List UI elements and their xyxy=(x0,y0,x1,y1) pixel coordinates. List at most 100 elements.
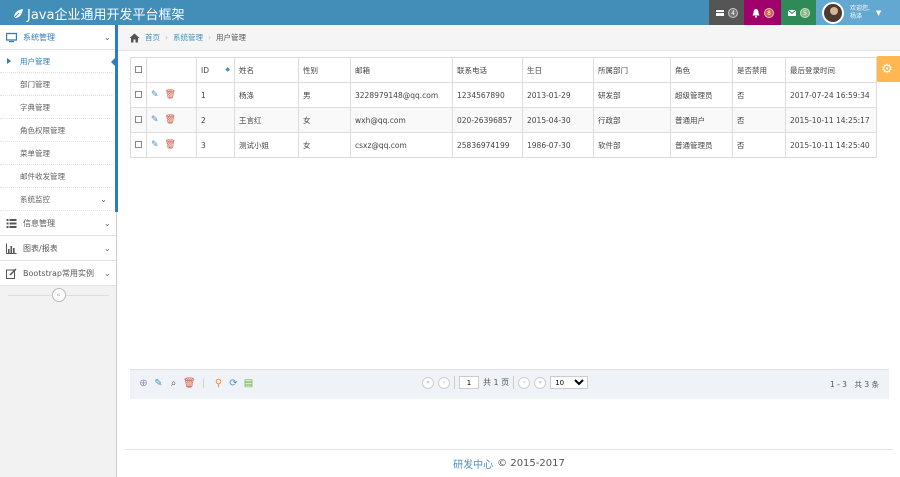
footer-copyright: © 2015-2017 xyxy=(497,458,565,469)
tasks-icon xyxy=(716,9,724,16)
add-icon[interactable]: ⊕ xyxy=(138,378,149,389)
cell-birthday: 2013-01-29 xyxy=(522,82,594,108)
pager-navigation: « ‹ 共 1 页 › » 10 xyxy=(422,376,589,389)
grid-pager: ⊕ ✎ ⌕ 🗑 | ⚲ ⟳ ▤ « ‹ 共 1 页 › » 10 1 - 3 共… xyxy=(130,369,889,399)
cell-department: 行政部 xyxy=(593,107,671,133)
row-checkbox[interactable] xyxy=(135,90,142,98)
row-select-cell xyxy=(130,132,147,158)
caret-down-icon: ▼ xyxy=(875,8,882,17)
tasks-button[interactable]: 4 xyxy=(709,0,744,25)
sidebar-menu-info[interactable]: 信息管理 ⌄ xyxy=(0,211,116,236)
trash-icon[interactable]: 🗑 xyxy=(165,140,176,150)
prev-page-button[interactable]: ‹ xyxy=(438,376,450,389)
sidebar-item-departments[interactable]: 部门管理 xyxy=(0,73,116,96)
page-number-input[interactable] xyxy=(459,376,479,389)
pencil-icon[interactable]: ✎ xyxy=(153,378,164,389)
column-header-disabled[interactable]: 是否禁用 xyxy=(732,57,786,83)
sidebar-menu-charts[interactable]: 图表/报表 ⌄ xyxy=(0,236,116,261)
sidebar-menu-label: 图表/报表 xyxy=(23,243,58,253)
breadcrumb-section[interactable]: 系统管理 xyxy=(173,32,203,43)
sidebar-item-dictionary[interactable]: 字典管理 xyxy=(0,96,116,119)
pencil-icon[interactable]: ✎ xyxy=(151,90,159,100)
settings-gear-button[interactable]: ⚙ xyxy=(874,56,900,82)
bar-chart-icon xyxy=(6,243,17,254)
pencil-icon[interactable]: ✎ xyxy=(151,140,159,150)
search-icon[interactable]: ⚲ xyxy=(213,378,224,389)
excel-export-icon[interactable]: ▤ xyxy=(243,378,254,389)
home-icon xyxy=(129,33,140,42)
cell-id: 3 xyxy=(196,132,235,158)
sidebar-item-users[interactable]: 用户管理 xyxy=(0,50,117,73)
page-size-select[interactable]: 10 xyxy=(550,376,589,389)
footer: 研发中心 © 2015-2017 xyxy=(125,449,893,477)
footer-org: 研发中心 xyxy=(453,460,494,471)
pencil-icon[interactable]: ✎ xyxy=(151,115,159,125)
bell-icon xyxy=(752,8,760,18)
column-header-id[interactable]: ID ◆ xyxy=(196,57,235,83)
cell-email: wxh@qq.com xyxy=(350,107,453,133)
column-header-birthday[interactable]: 生日 xyxy=(522,57,594,83)
username: 杨涤 xyxy=(850,12,863,20)
notifications-button[interactable]: 8 xyxy=(744,0,781,25)
chevron-down-icon: ⌄ xyxy=(104,243,111,253)
sidebar-item-monitor[interactable]: 系统监控 ⌄ xyxy=(0,188,116,211)
refresh-icon[interactable]: ⟳ xyxy=(228,378,239,389)
select-all-header xyxy=(130,57,147,83)
sidebar-menu-label: Bootstrap常用实例 xyxy=(23,268,94,278)
chevron-down-icon: ⌄ xyxy=(100,195,107,204)
actions-header xyxy=(146,57,197,83)
row-select-cell xyxy=(130,82,147,108)
cell-gender: 女 xyxy=(298,107,351,133)
gear-icon: ⚙ xyxy=(881,61,893,77)
sort-icon[interactable]: ◆ xyxy=(225,66,230,73)
column-header-name[interactable]: 姓名 xyxy=(234,57,299,83)
column-header-last-login[interactable]: 最后登录时间 xyxy=(785,57,877,83)
trash-icon[interactable]: 🗑 xyxy=(165,90,176,100)
row-checkbox[interactable] xyxy=(135,115,142,123)
select-all-checkbox[interactable] xyxy=(135,65,142,73)
breadcrumb-home[interactable]: 首页 xyxy=(145,32,160,43)
sidebar-item-roles[interactable]: 角色权限管理 xyxy=(0,119,116,142)
sidebar-menu-bootstrap[interactable]: Bootstrap常用实例 ⌄ xyxy=(0,261,116,286)
column-header-label: ID xyxy=(201,65,209,75)
cell-department: 软件部 xyxy=(593,132,671,158)
monitor-icon xyxy=(6,32,17,42)
first-page-button[interactable]: « xyxy=(422,376,434,389)
list-icon xyxy=(6,218,17,228)
sidebar-menu-system[interactable]: 系统管理 ⌄ xyxy=(0,25,116,50)
cell-name: 杨涤 xyxy=(234,82,299,108)
column-header-role[interactable]: 角色 xyxy=(670,57,733,83)
table-row[interactable]: ✎ 🗑 2 王言红 女 wxh@qq.com 020-26396857 2015-… xyxy=(130,107,877,133)
divider xyxy=(454,376,455,389)
collapse-sidebar-button[interactable]: « xyxy=(51,288,66,302)
sidebar-item-label: 菜单管理 xyxy=(20,148,50,158)
table-row[interactable]: ✎ 🗑 1 杨涤 男 3228979148@qq.com 1234567890 2… xyxy=(130,82,877,108)
sidebar-item-menus[interactable]: 菜单管理 xyxy=(0,142,116,165)
cell-role: 普通用户 xyxy=(670,107,733,133)
cell-last-login: 2015-10-11 14:25:40 xyxy=(785,132,877,158)
column-header-email[interactable]: 邮箱 xyxy=(350,57,453,83)
cell-birthday: 2015-04-30 xyxy=(522,107,594,133)
last-page-button[interactable]: » xyxy=(534,376,547,389)
row-checkbox[interactable] xyxy=(135,140,142,148)
trash-icon[interactable]: 🗑 xyxy=(165,115,176,125)
column-header-gender[interactable]: 性别 xyxy=(298,57,351,83)
sidebar: 系统管理 ⌄ 用户管理 部门管理 字典管理 角色权限管理 菜单管理 邮件收发管理… xyxy=(0,25,117,477)
column-header-department[interactable]: 所属部门 xyxy=(593,57,671,83)
trash-icon[interactable]: 🗑 xyxy=(183,378,196,389)
search-zoom-icon[interactable]: ⌕ xyxy=(168,378,179,389)
next-page-button[interactable]: › xyxy=(518,376,531,389)
cell-id: 1 xyxy=(196,82,235,108)
sidebar-item-label: 部门管理 xyxy=(20,79,50,89)
messages-button[interactable]: 5 xyxy=(781,0,816,25)
table-row[interactable]: ✎ 🗑 3 测试小姐 女 csxz@qq.com 25836974199 1986… xyxy=(130,132,877,158)
table-header-row: ID ◆ 姓名 性别 邮箱 联系电话 生日 所属部门 角色 是否禁用 最后登录时间 xyxy=(130,57,877,83)
column-header-phone[interactable]: 联系电话 xyxy=(452,57,523,83)
brand-title: Java企业通用开发平台框架 xyxy=(27,8,185,23)
brand[interactable]: Java企业通用开发平台框架 xyxy=(12,4,184,23)
row-actions-cell: ✎ 🗑 xyxy=(146,107,197,133)
row-actions-cell: ✎ 🗑 xyxy=(146,132,197,158)
sidebar-item-mail[interactable]: 邮件收发管理 xyxy=(0,165,116,188)
user-menu[interactable]: 欢迎您, 杨涤 ▼ xyxy=(816,0,900,25)
sidebar-item-label: 用户管理 xyxy=(20,56,50,66)
